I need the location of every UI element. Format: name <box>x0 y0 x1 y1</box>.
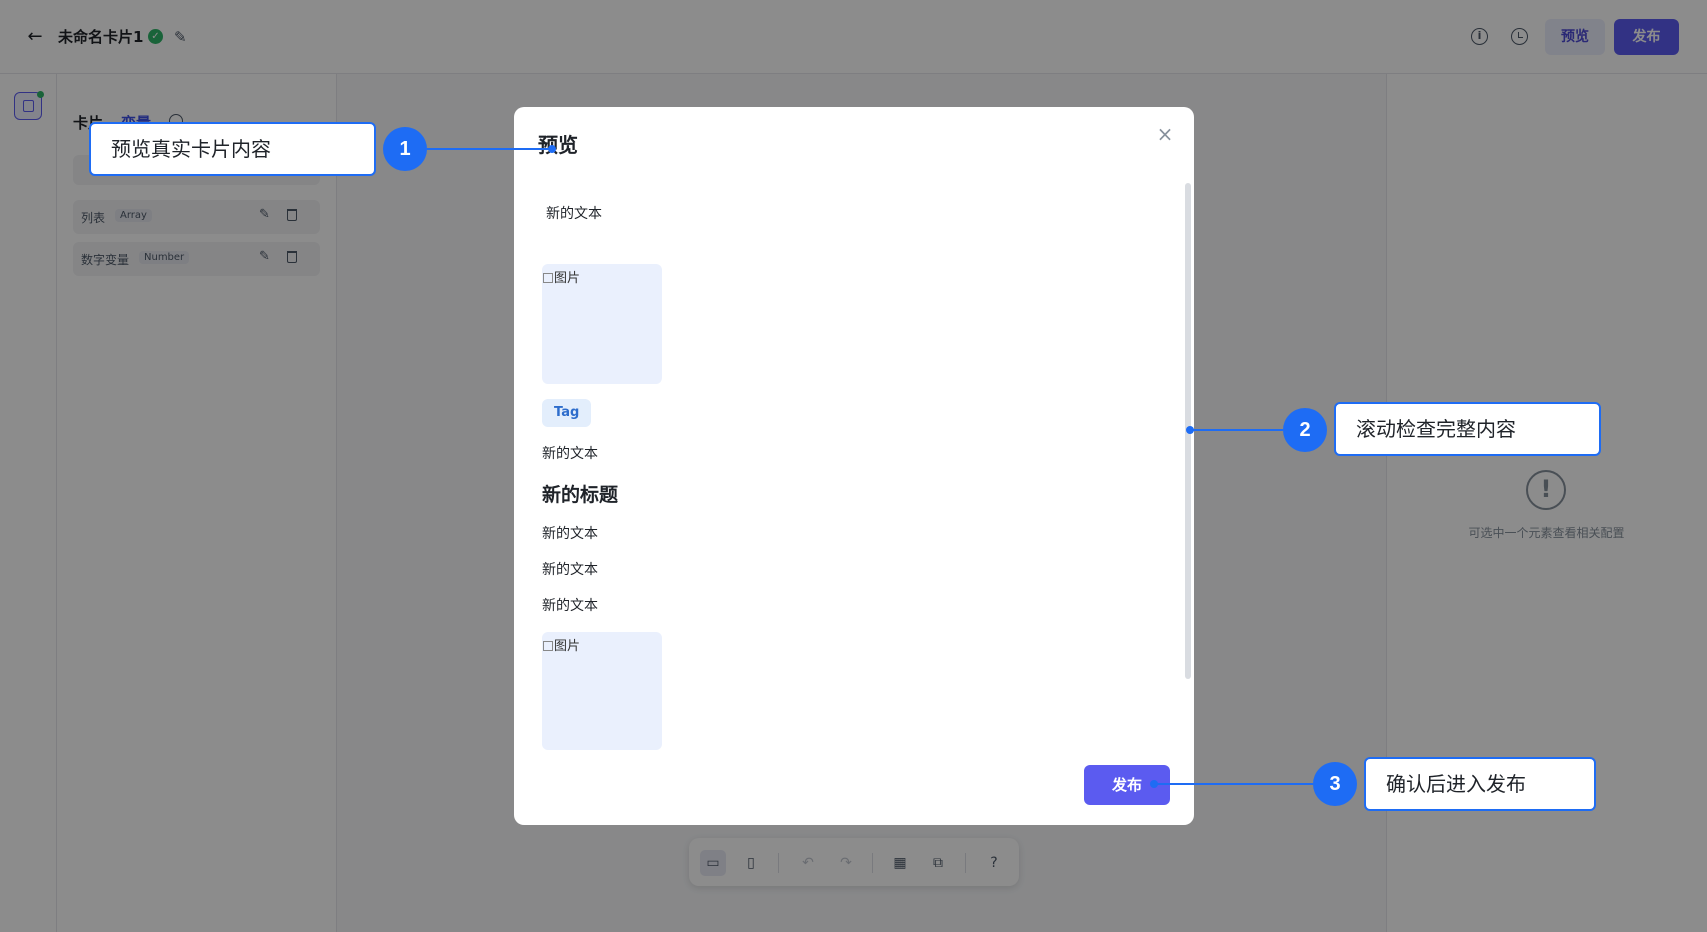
card-text: 新的文本 <box>542 562 598 578</box>
card-image-placeholder: 图片 <box>542 264 662 384</box>
callout-pointer-3 <box>1150 780 1158 788</box>
card-tag: Tag <box>542 399 592 427</box>
image-alt-text: 图片 <box>554 271 581 286</box>
callout-line-2 <box>1189 429 1283 431</box>
callout-line-3 <box>1154 783 1313 785</box>
modal-title: 预览 <box>538 133 578 157</box>
callout-box-1: 预览真实卡片内容 <box>89 122 376 176</box>
card-text: 新的文本 <box>542 446 598 462</box>
callout-number-2: 2 <box>1283 408 1327 452</box>
callout-number-1: 1 <box>383 127 427 171</box>
card-text: 新的文本 <box>542 598 598 614</box>
card-heading: 新的标题 <box>542 484 619 506</box>
broken-image-icon: 图片 <box>543 267 580 286</box>
card-image-placeholder: 图片 <box>542 632 662 750</box>
callout-pointer-1 <box>548 145 556 153</box>
callout-line-1 <box>427 148 552 150</box>
callout-box-3: 确认后进入发布 <box>1364 757 1596 811</box>
card-text: 新的文本 <box>542 526 598 542</box>
preview-content[interactable]: 新的文本 图片 Tag 新的文本 新的标题 新的文本 新的文本 新的文本 图片 <box>514 177 1194 751</box>
callout-number-3: 3 <box>1313 762 1357 806</box>
callout-pointer-2 <box>1186 426 1194 434</box>
close-icon[interactable]: × <box>1155 124 1175 144</box>
image-alt-text: 图片 <box>554 639 581 654</box>
broken-image-icon: 图片 <box>543 635 580 654</box>
preview-modal: 预览 × 新的文本 图片 Tag 新的文本 新的标题 新的文本 新的文本 新的文… <box>514 107 1194 825</box>
card-text: 新的文本 <box>546 206 602 222</box>
callout-box-2: 滚动检查完整内容 <box>1334 402 1601 456</box>
